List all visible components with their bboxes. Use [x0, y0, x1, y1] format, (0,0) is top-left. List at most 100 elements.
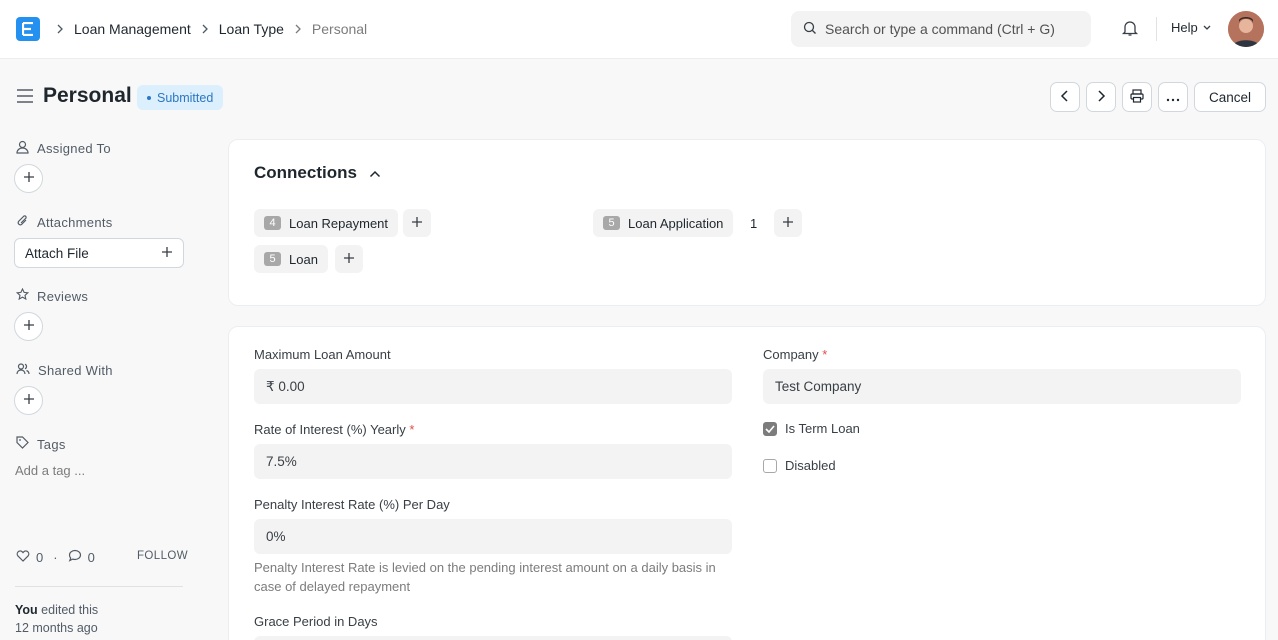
rate-of-interest-label: Rate of Interest (%) Yearly * — [254, 422, 414, 437]
paperclip-icon — [16, 214, 29, 231]
connection-count: 5 — [603, 216, 620, 230]
required-mark: * — [409, 422, 415, 437]
connection-count: 5 — [264, 252, 281, 266]
open-count: 1 — [750, 216, 758, 231]
connections-header[interactable]: Connections — [254, 163, 381, 183]
company-label-text: Company — [763, 347, 819, 362]
printer-icon — [1130, 88, 1144, 106]
breadcrumb: Loan Management Loan Type Personal — [56, 0, 377, 58]
add-loan-application-button[interactable] — [774, 209, 802, 237]
details-card: Maximum Loan Amount ₹ 0.00 Rate of Inter… — [228, 326, 1266, 640]
rate-of-interest-label-text: Rate of Interest (%) Yearly — [254, 422, 406, 437]
next-record-button[interactable] — [1086, 82, 1116, 112]
users-icon — [16, 362, 30, 379]
star-icon — [15, 287, 30, 304]
checkbox-checked-icon[interactable] — [763, 421, 777, 436]
breadcrumb-loan-management[interactable]: Loan Management — [74, 21, 191, 37]
penalty-interest-label: Penalty Interest Rate (%) Per Day — [254, 497, 450, 512]
reviews-section: Reviews — [15, 287, 88, 304]
max-loan-amount-label: Maximum Loan Amount — [254, 347, 391, 362]
edit-action: edited this — [41, 603, 99, 617]
breadcrumb-loan-type[interactable]: Loan Type — [219, 21, 284, 37]
chevron-down-icon — [1202, 20, 1212, 35]
help-label: Help — [1171, 20, 1198, 35]
checkbox-unchecked-icon[interactable] — [763, 458, 777, 473]
add-assignee-button[interactable] — [14, 164, 43, 193]
edit-timestamp: 12 months ago — [15, 621, 98, 635]
company-label: Company * — [763, 347, 827, 362]
plus-icon — [343, 252, 355, 267]
comment-count: 0 — [87, 549, 95, 565]
tags-label: Tags — [37, 436, 66, 452]
add-loan-button[interactable] — [335, 245, 363, 273]
notification-bell-icon[interactable] — [1121, 19, 1139, 40]
add-share-button[interactable] — [14, 386, 43, 415]
connection-label: Loan Repayment — [289, 215, 389, 231]
add-tag-link[interactable]: Add a tag ... — [15, 463, 85, 478]
plus-icon — [411, 216, 423, 231]
sidebar-toggle-icon[interactable] — [16, 88, 34, 107]
connections-card: Connections 4 Loan Repayment 5 Loan Appl… — [228, 139, 1266, 306]
disabled-checkbox[interactable]: Disabled — [763, 458, 836, 473]
connection-label: Loan — [289, 251, 318, 267]
search-icon — [803, 21, 817, 38]
status-dot-icon — [147, 95, 151, 100]
penalty-interest-input[interactable]: 0% — [254, 519, 732, 554]
comment-icon[interactable] — [68, 549, 82, 565]
add-loan-repayment-button[interactable] — [403, 209, 431, 237]
editor-name[interactable]: You — [15, 603, 38, 617]
breadcrumb-personal[interactable]: Personal — [312, 21, 367, 37]
is-term-loan-checkbox[interactable]: Is Term Loan — [763, 421, 860, 436]
connection-label: Loan Application — [628, 215, 724, 231]
grace-period-input[interactable] — [254, 636, 732, 640]
connection-loan-repayment[interactable]: 4 Loan Repayment — [254, 209, 399, 237]
ellipsis-icon — [1166, 90, 1180, 105]
assigned-to-label: Assigned To — [37, 141, 111, 156]
chevron-left-icon — [1060, 89, 1070, 105]
search-bar[interactable]: Search or type a command (Ctrl + G) — [791, 11, 1091, 47]
status-badge-label: Submitted — [157, 90, 214, 105]
app-logo-icon[interactable] — [16, 17, 40, 41]
attachments-section: Attachments — [16, 214, 113, 231]
follow-button[interactable]: FOLLOW — [137, 550, 188, 562]
connections-title: Connections — [254, 163, 357, 182]
print-button[interactable] — [1122, 82, 1152, 112]
last-edit-info: You edited this — [15, 603, 98, 617]
tag-icon — [16, 436, 29, 452]
rate-of-interest-input[interactable]: 7.5% — [254, 444, 732, 479]
chevron-right-icon — [294, 24, 302, 34]
previous-record-button[interactable] — [1050, 82, 1080, 112]
tags-section: Tags — [16, 436, 66, 452]
penalty-desc-line-1: Penalty Interest Rate is levied on the p… — [254, 560, 716, 575]
chevron-up-icon — [369, 163, 381, 183]
navbar-divider — [1156, 17, 1157, 41]
user-avatar[interactable] — [1228, 11, 1264, 47]
connection-count: 4 — [264, 216, 281, 230]
like-count: 0 — [36, 549, 44, 565]
status-badge: Submitted — [137, 85, 224, 110]
company-input[interactable]: Test Company — [763, 369, 1241, 404]
chevron-right-icon — [56, 24, 64, 34]
plus-icon — [782, 216, 794, 231]
max-loan-amount-input[interactable]: ₹ 0.00 — [254, 369, 732, 404]
more-actions-button[interactable] — [1158, 82, 1188, 112]
user-icon — [16, 140, 29, 157]
sidebar-divider — [15, 586, 183, 587]
attach-file-button[interactable]: Attach File — [14, 238, 184, 268]
assigned-to-section: Assigned To — [16, 140, 111, 157]
heart-icon[interactable] — [16, 549, 30, 565]
attach-file-label: Attach File — [25, 245, 89, 261]
required-mark: * — [822, 347, 828, 362]
disabled-label: Disabled — [785, 458, 836, 473]
penalty-interest-description: Penalty Interest Rate is levied on the p… — [254, 558, 734, 596]
shared-with-label: Shared With — [38, 363, 113, 378]
shared-with-section: Shared With — [16, 362, 113, 379]
cancel-button[interactable]: Cancel — [1194, 82, 1266, 112]
page-title: Personal — [43, 84, 132, 107]
connection-loan[interactable]: 5 Loan — [254, 245, 328, 273]
help-dropdown[interactable]: Help — [1171, 20, 1212, 35]
add-review-button[interactable] — [14, 312, 43, 341]
plus-icon — [161, 246, 173, 261]
connection-loan-application[interactable]: 5 Loan Application — [593, 209, 734, 237]
search-input[interactable]: Search or type a command (Ctrl + G) — [825, 21, 1055, 37]
